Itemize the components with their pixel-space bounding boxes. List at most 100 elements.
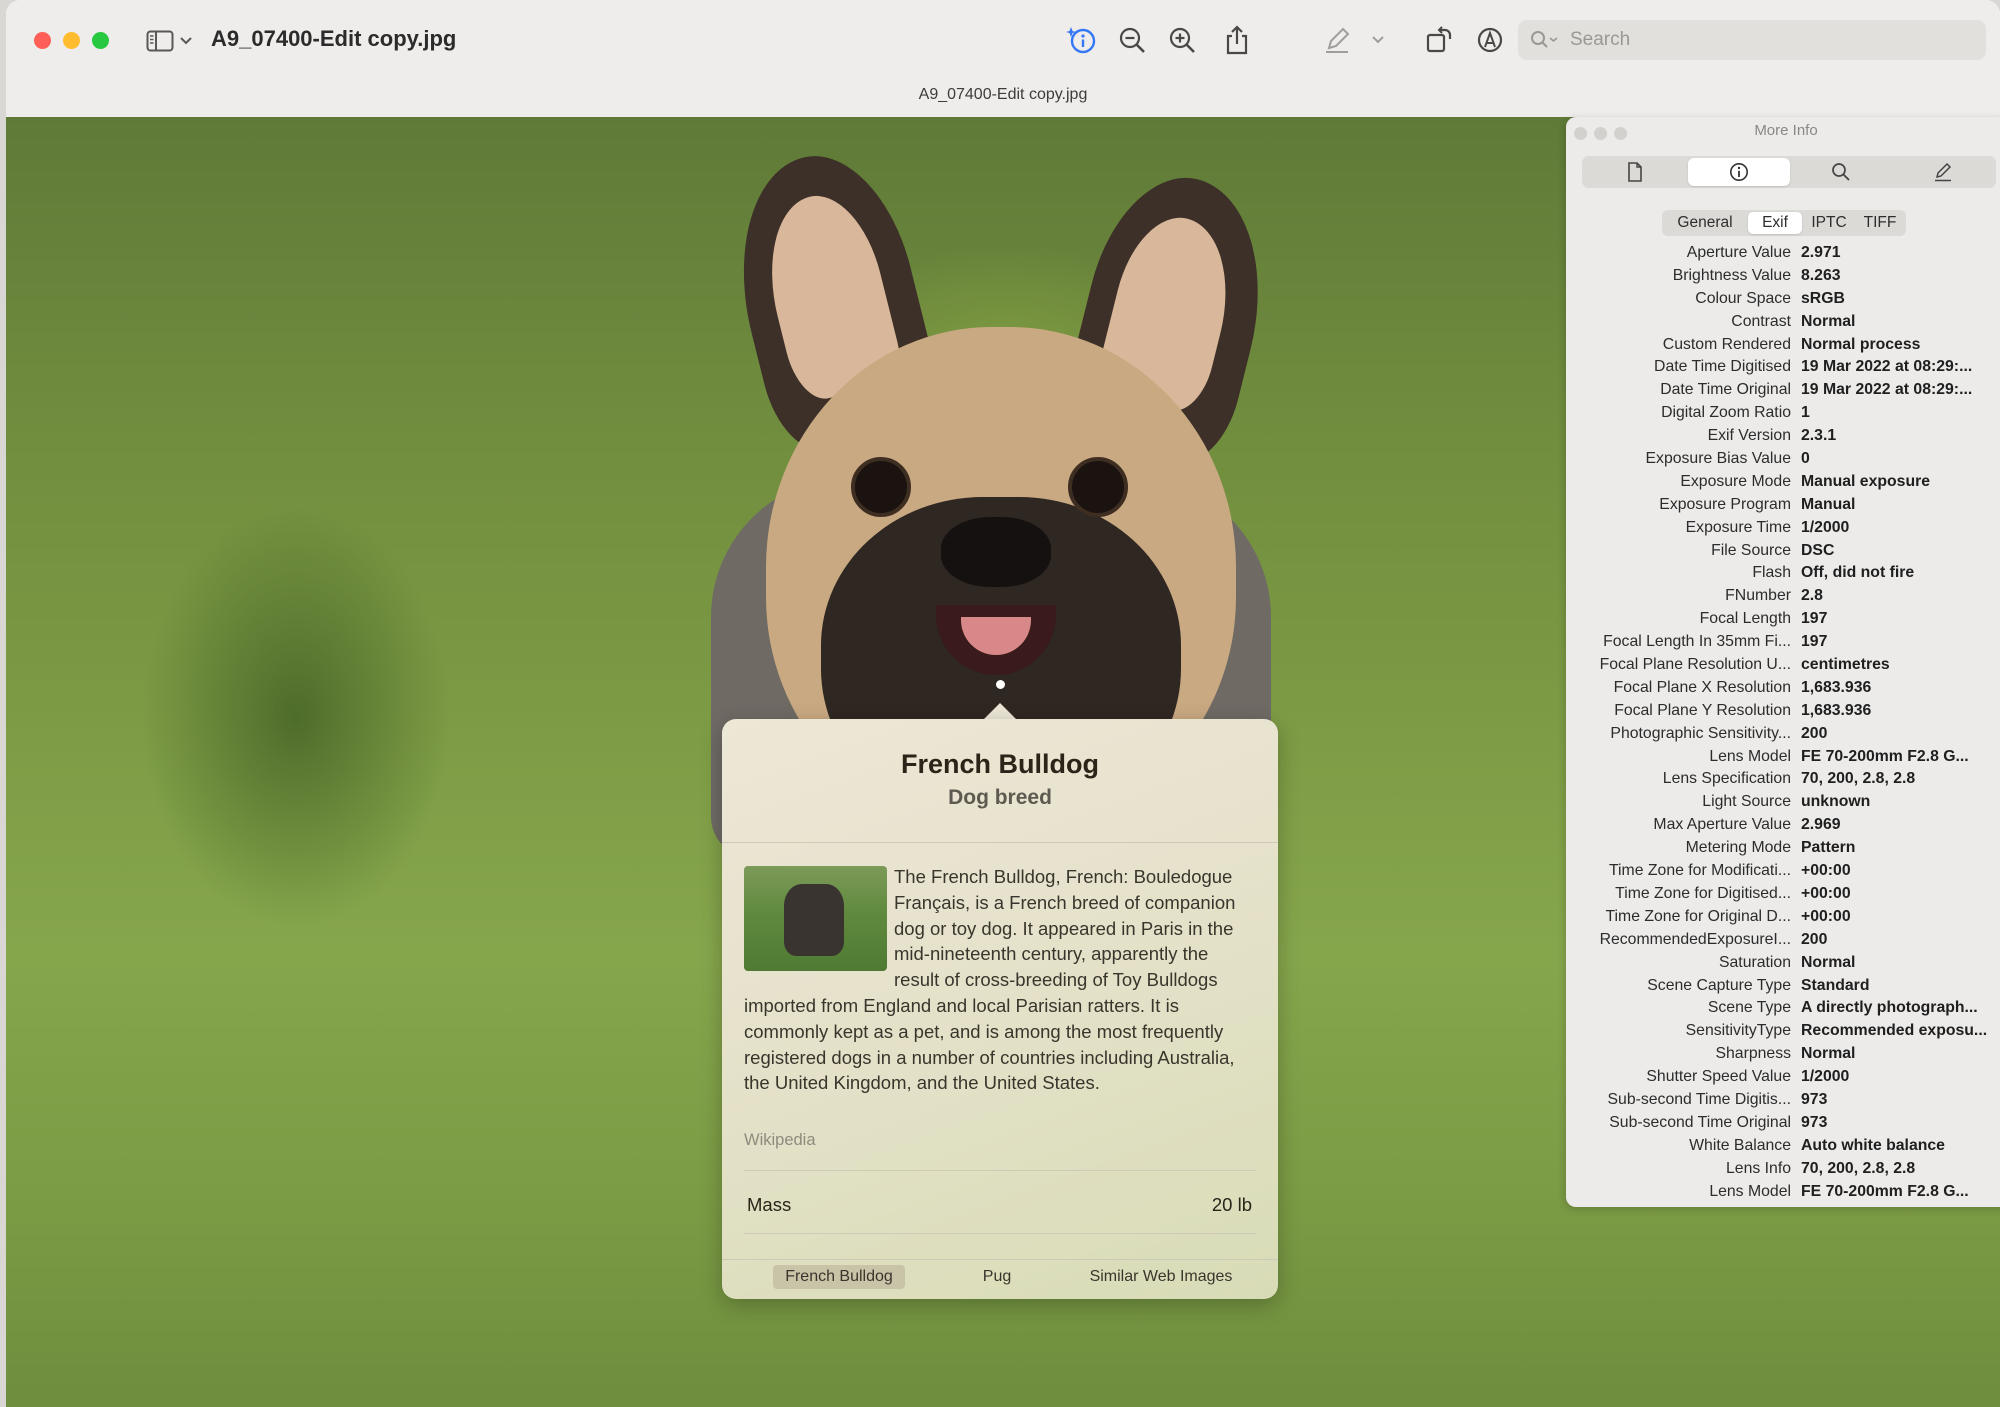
exif-key: Colour Space	[1695, 289, 1791, 307]
exif-value: Manual	[1801, 495, 1856, 513]
exif-value: 70, 200, 2.8, 2.8	[1801, 770, 1916, 788]
exif-value: +00:00	[1801, 907, 1851, 925]
exif-row[interactable]: Sharpness Normal	[1566, 1043, 2000, 1066]
search-field[interactable]: Search	[1518, 20, 1986, 60]
exif-row[interactable]: Exif Version 2.3.1	[1566, 425, 2000, 448]
exif-key: Custom Rendered	[1662, 335, 1791, 353]
exif-row[interactable]: Scene Capture Type Standard	[1566, 975, 2000, 998]
exif-row[interactable]: Lens Info 70, 200, 2.8, 2.8	[1566, 1158, 2000, 1181]
panel-title: More Info	[1754, 122, 1818, 139]
exif-row[interactable]: Flash Off, did not fire	[1566, 562, 2000, 585]
edit-section-button[interactable]	[1892, 158, 1994, 186]
close-button[interactable]	[34, 32, 51, 49]
tab-french-bulldog[interactable]: French Bulldog	[773, 1265, 905, 1289]
exif-row[interactable]: Lens Model FE 70-200mm F2.8 G...	[1566, 746, 2000, 769]
exif-row[interactable]: Brightness Value 8.263	[1566, 265, 2000, 288]
exif-key: Focal Plane Y Resolution	[1614, 701, 1791, 719]
exif-row[interactable]: Exposure Mode Manual exposure	[1566, 471, 2000, 494]
exif-row[interactable]: Colour Space sRGB	[1566, 288, 2000, 311]
exif-row[interactable]: SensitivityType Recommended exposu...	[1566, 1020, 2000, 1043]
exif-key: Brightness Value	[1672, 266, 1791, 284]
exif-row[interactable]: Sub-second Time Original 973	[1566, 1112, 2000, 1135]
exif-value: centimetres	[1801, 656, 1890, 674]
exif-row[interactable]: Aperture Value 2.971	[1566, 242, 2000, 265]
exif-row[interactable]: Shutter Speed Value 1/2000	[1566, 1066, 2000, 1089]
search-input[interactable]: Search	[1570, 29, 1630, 51]
exif-row[interactable]: White Balance Auto white balance	[1566, 1135, 2000, 1158]
exif-row[interactable]: Light Source unknown	[1566, 791, 2000, 814]
visual-lookup-button[interactable]	[1064, 22, 1100, 58]
exif-key: Sub-second Time Digitis...	[1607, 1090, 1792, 1108]
exif-value: 973	[1801, 1113, 1828, 1131]
exif-key: Metering Mode	[1685, 839, 1791, 857]
exif-key: Time Zone for Modificati...	[1608, 862, 1791, 880]
popover-title: French Bulldog	[901, 749, 1099, 779]
mass-value: 20 lb	[1211, 1194, 1252, 1215]
exif-value: +00:00	[1801, 862, 1851, 880]
exif-key: Sub-second Time Original	[1609, 1113, 1791, 1131]
sidebar-toggle-button[interactable]	[146, 26, 198, 56]
info-section-button[interactable]	[1688, 158, 1790, 186]
exif-row[interactable]: Exposure Program Manual	[1566, 494, 2000, 517]
exif-row[interactable]: File Source DSC	[1566, 540, 2000, 563]
tab-iptc[interactable]: IPTC	[1804, 212, 1854, 234]
zoom-out-button[interactable]	[1114, 22, 1150, 58]
exif-value: Normal	[1801, 312, 1856, 330]
exif-key: RecommendedExposureI...	[1599, 930, 1791, 948]
exif-row[interactable]: Lens Specification 70, 200, 2.8, 2.8	[1566, 768, 2000, 791]
document-section-button[interactable]	[1584, 158, 1686, 186]
source-link[interactable]: Wikipedia	[744, 1131, 816, 1150]
exif-row[interactable]: Time Zone for Digitised... +00:00	[1566, 883, 2000, 906]
exif-row[interactable]: Saturation Normal	[1566, 952, 2000, 975]
exif-key: Date Time Digitised	[1654, 358, 1791, 376]
zoom-in-button[interactable]	[1164, 22, 1200, 58]
exif-value: 2.969	[1801, 816, 1841, 834]
exif-row[interactable]: FNumber 2.8	[1566, 585, 2000, 608]
maximize-button[interactable]	[92, 32, 109, 49]
exif-key: Lens Specification	[1662, 770, 1791, 788]
exif-row[interactable]: Lens Model FE 70-200mm F2.8 G...	[1566, 1181, 2000, 1204]
exif-row[interactable]: RecommendedExposureI... 200	[1566, 929, 2000, 952]
exif-row[interactable]: Photographic Sensitivity... 200	[1566, 723, 2000, 746]
search-section-button[interactable]	[1790, 158, 1892, 186]
exif-row[interactable]: Metering Mode Pattern	[1566, 837, 2000, 860]
exif-value: Off, did not fire	[1801, 564, 1915, 582]
share-button[interactable]	[1219, 22, 1255, 58]
minimize-button[interactable]	[63, 32, 80, 49]
markup-button[interactable]	[1319, 22, 1355, 58]
exif-key: Saturation	[1718, 953, 1791, 971]
exif-row[interactable]: Exposure Time 1/2000	[1566, 517, 2000, 540]
tab-pug[interactable]: Pug	[957, 1265, 1037, 1289]
info-icon	[1730, 163, 1748, 181]
exif-row[interactable]: Scene Type A directly photograph...	[1566, 997, 2000, 1020]
exif-value: 1,683.936	[1801, 678, 1872, 696]
exif-row[interactable]: Exposure Bias Value 0	[1566, 448, 2000, 471]
visual-lookup-dot[interactable]	[996, 680, 1005, 689]
exif-row[interactable]: Time Zone for Modificati... +00:00	[1566, 860, 2000, 883]
tab-general[interactable]: General	[1664, 212, 1746, 234]
exif-row[interactable]: Digital Zoom Ratio 1	[1566, 402, 2000, 425]
exif-row[interactable]: Time Zone for Original D... +00:00	[1566, 906, 2000, 929]
tab-exif[interactable]: Exif	[1748, 212, 1802, 234]
document-subtitle: A9_07400-Edit copy.jpg	[918, 86, 1088, 103]
exif-key: Focal Length	[1699, 610, 1791, 628]
exif-row[interactable]: Custom Rendered Normal process	[1566, 334, 2000, 357]
exif-row[interactable]: Focal Plane X Resolution 1,683.936	[1566, 677, 2000, 700]
exif-row[interactable]: Focal Length In 35mm Fi... 197	[1566, 631, 2000, 654]
markup-menu-button[interactable]	[1368, 22, 1388, 58]
search-icon	[1832, 163, 1850, 181]
annotate-button[interactable]	[1472, 22, 1508, 58]
tab-tiff[interactable]: TIFF	[1856, 212, 1904, 234]
exif-row[interactable]: Date Time Digitised 19 Mar 2022 at 08:29:…	[1566, 356, 2000, 379]
exif-value: 8.263	[1801, 266, 1841, 284]
tab-similar-web-images[interactable]: Similar Web Images	[1061, 1265, 1261, 1289]
exif-row[interactable]: Date Time Original 19 Mar 2022 at 08:29:.…	[1566, 379, 2000, 402]
rotate-button[interactable]	[1421, 22, 1457, 58]
exif-row[interactable]: Contrast Normal	[1566, 311, 2000, 334]
exif-row[interactable]: Sub-second Time Digitis... 973	[1566, 1089, 2000, 1112]
exif-value: FE 70-200mm F2.8 G...	[1801, 1182, 1969, 1200]
exif-row[interactable]: Focal Plane Resolution U... centimetres	[1566, 654, 2000, 677]
exif-row[interactable]: Max Aperture Value 2.969	[1566, 814, 2000, 837]
exif-row[interactable]: Focal Plane Y Resolution 1,683.936	[1566, 700, 2000, 723]
exif-row[interactable]: Focal Length 197	[1566, 608, 2000, 631]
